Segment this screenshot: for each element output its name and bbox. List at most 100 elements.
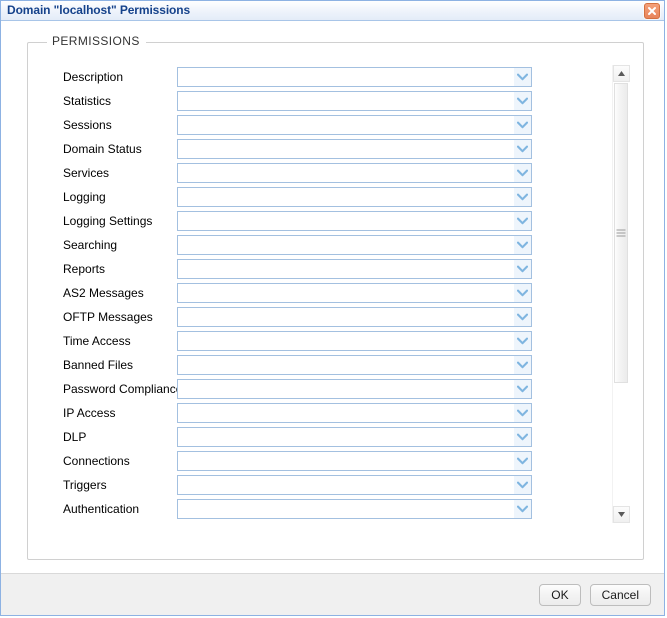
chevron-down-icon[interactable] xyxy=(514,356,531,374)
permission-row-label: Sessions xyxy=(63,118,112,132)
permission-select[interactable] xyxy=(177,187,532,207)
permission-row: Logging Settings xyxy=(29,209,606,233)
permission-select[interactable] xyxy=(177,499,532,519)
permission-select-value xyxy=(182,188,511,206)
permission-row: Sessions xyxy=(29,113,606,137)
permission-select[interactable] xyxy=(177,331,532,351)
permission-select-value xyxy=(182,212,511,230)
permission-row-label: Description xyxy=(63,70,124,84)
cancel-button[interactable]: Cancel xyxy=(589,583,651,606)
permission-row: Authentication xyxy=(29,497,606,521)
permission-row: Connections xyxy=(29,449,606,473)
permission-row: Domain Status xyxy=(29,137,606,161)
scrollbar-track[interactable] xyxy=(613,82,630,506)
scrollbar-thumb-grip xyxy=(616,228,626,239)
permission-select[interactable] xyxy=(177,403,532,423)
chevron-down-icon[interactable] xyxy=(514,116,531,134)
permission-row-label: Logging xyxy=(63,190,106,204)
permission-select[interactable] xyxy=(177,235,532,255)
permission-row-label: Domain Status xyxy=(63,142,142,156)
permission-row: AS2 Messages xyxy=(29,281,606,305)
triangle-down-icon[interactable] xyxy=(613,506,630,523)
permission-select-value xyxy=(182,380,511,398)
permission-select-value xyxy=(182,332,511,350)
permission-row: Services xyxy=(29,161,606,185)
chevron-down-icon[interactable] xyxy=(514,284,531,302)
dialog-footer: OK Cancel xyxy=(1,573,664,615)
dialog-title: Domain "localhost" Permissions xyxy=(7,3,191,17)
chevron-down-icon[interactable] xyxy=(514,260,531,278)
permission-select[interactable] xyxy=(177,211,532,231)
permission-select-value xyxy=(182,260,511,278)
permission-select[interactable] xyxy=(177,139,532,159)
chevron-down-icon[interactable] xyxy=(514,308,531,326)
triangle-up-icon[interactable] xyxy=(613,65,630,82)
chevron-down-icon[interactable] xyxy=(514,500,531,518)
ok-button[interactable]: OK xyxy=(539,583,581,606)
permission-row: Logging xyxy=(29,185,606,209)
permission-select[interactable] xyxy=(177,451,532,471)
chevron-down-icon[interactable] xyxy=(514,92,531,110)
chevron-down-icon[interactable] xyxy=(514,236,531,254)
permission-row-label: OFTP Messages xyxy=(63,310,153,324)
permission-select[interactable] xyxy=(177,283,532,303)
permission-select-value xyxy=(182,308,511,326)
chevron-down-icon[interactable] xyxy=(514,428,531,446)
permission-row-label: IP Access xyxy=(63,406,116,420)
dialog-titlebar: Domain "localhost" Permissions xyxy=(1,1,664,21)
permission-select-value xyxy=(182,404,511,422)
chevron-down-icon[interactable] xyxy=(514,68,531,86)
permission-row xyxy=(29,521,606,523)
chevron-down-icon[interactable] xyxy=(514,380,531,398)
permission-row-label: Logging Settings xyxy=(63,214,153,228)
permission-row-label: Connections xyxy=(63,454,130,468)
permission-select[interactable] xyxy=(177,163,532,183)
chevron-down-icon[interactable] xyxy=(514,140,531,158)
permission-select-value xyxy=(182,236,511,254)
scrollbar-thumb[interactable] xyxy=(614,83,628,383)
chevron-down-icon[interactable] xyxy=(514,404,531,422)
permission-row-label: Banned Files xyxy=(63,358,134,372)
permission-row-label: Statistics xyxy=(63,94,112,108)
permission-row: Searching xyxy=(29,233,606,257)
permissions-scrollbar[interactable] xyxy=(612,65,630,523)
permission-row-label: Authentication xyxy=(63,502,140,516)
chevron-down-icon[interactable] xyxy=(514,332,531,350)
permission-row-label: Password Compliance xyxy=(63,382,177,396)
permission-row-label: DLP xyxy=(63,430,87,444)
permission-select[interactable] xyxy=(177,307,532,327)
chevron-down-icon[interactable] xyxy=(514,452,531,470)
permission-row: Triggers xyxy=(29,473,606,497)
permission-select-value xyxy=(182,284,511,302)
permission-row: OFTP Messages xyxy=(29,305,606,329)
permission-row: Reports xyxy=(29,257,606,281)
permission-row-label: Searching xyxy=(63,238,118,252)
permission-select[interactable] xyxy=(177,427,532,447)
chevron-down-icon[interactable] xyxy=(514,476,531,494)
permission-select[interactable] xyxy=(177,355,532,375)
permissions-fieldset: PERMISSIONS Description Statistics Session… xyxy=(27,34,644,560)
chevron-down-icon[interactable] xyxy=(514,164,531,182)
permission-select[interactable] xyxy=(177,67,532,87)
close-icon[interactable] xyxy=(644,3,660,19)
permission-select-value xyxy=(182,356,511,374)
permission-select[interactable] xyxy=(177,91,532,111)
permissions-row-list: Description Statistics Sessions Domain Stat… xyxy=(29,65,606,523)
permission-select[interactable] xyxy=(177,379,532,399)
chevron-down-icon[interactable] xyxy=(514,212,531,230)
permissions-dialog: Domain "localhost" Permissions PERMISSIO… xyxy=(0,0,665,616)
permission-select[interactable] xyxy=(177,259,532,279)
permission-select-value xyxy=(182,68,511,86)
permission-select-value xyxy=(182,428,511,446)
permission-select[interactable] xyxy=(177,475,532,495)
permission-row-label: Time Access xyxy=(63,334,131,348)
permission-select-value xyxy=(182,140,511,158)
permission-select-value xyxy=(182,452,511,470)
permission-select-value xyxy=(182,164,511,182)
permissions-scroll-viewport: Description Statistics Sessions Domain Stat… xyxy=(29,65,606,523)
chevron-down-icon[interactable] xyxy=(514,188,531,206)
dialog-body: PERMISSIONS Description Statistics Session… xyxy=(1,21,664,573)
permission-row: Time Access xyxy=(29,329,606,353)
permission-select[interactable] xyxy=(177,115,532,135)
permission-select-value xyxy=(182,116,511,134)
